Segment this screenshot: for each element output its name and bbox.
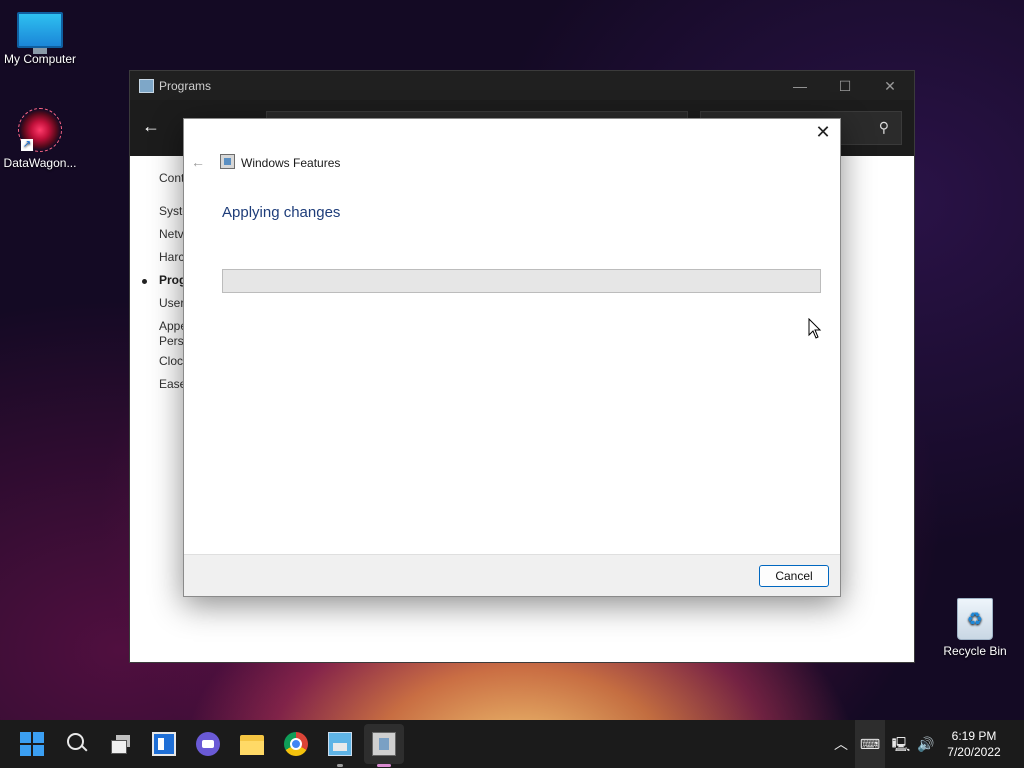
sidebar-item[interactable]: Clocl [159, 354, 186, 368]
active-bullet [142, 279, 147, 284]
sidebar-item[interactable]: Cont [159, 171, 184, 185]
running-indicator [377, 764, 391, 767]
clock[interactable]: 6:19 PM 7/20/2022 [944, 728, 1004, 760]
desktop-icon-label: My Computer [3, 52, 77, 66]
dialog-footer: Cancel [184, 554, 840, 596]
clock-date: 7/20/2022 [947, 745, 1001, 759]
control-panel-icon [139, 79, 154, 93]
start-button[interactable] [20, 732, 44, 756]
desktop-icon-my-computer[interactable]: My Computer [0, 12, 80, 66]
chrome-icon[interactable] [284, 732, 308, 756]
window-title: Programs [159, 79, 212, 93]
desktop-icon-recycle-bin[interactable]: ♻ Recycle Bin [935, 598, 1015, 658]
close-icon[interactable]: ✕ [808, 119, 838, 145]
datawagon-icon: ↗ [18, 108, 62, 152]
windows-features-icon [220, 154, 235, 169]
dialog-title: Windows Features [241, 156, 341, 170]
progress-bar [222, 269, 821, 293]
sidebar-item[interactable]: Harc [159, 250, 184, 264]
mouse-cursor-icon [808, 318, 822, 339]
sidebar-item[interactable]: Pers [159, 334, 184, 348]
taskbar: ︿ ⌨ 🖳 🔊 6:19 PM 7/20/2022 [0, 720, 1024, 768]
sidebar-item[interactable]: Netv [159, 227, 184, 241]
recycle-bin-icon: ♻ [957, 598, 993, 640]
sidebar-item[interactable]: User [159, 296, 184, 310]
file-explorer-icon[interactable] [240, 732, 264, 756]
search-icon[interactable] [65, 732, 89, 756]
widgets-icon[interactable] [152, 732, 176, 756]
clock-time: 6:19 PM [951, 729, 997, 743]
minimize-icon[interactable]: — [780, 75, 820, 97]
volume-icon[interactable]: 🔊 [914, 720, 938, 768]
network-icon[interactable]: 🖳 [890, 720, 912, 768]
close-icon[interactable]: ✕ [870, 75, 910, 97]
desktop-icon-datawagon[interactable]: ↗ DataWagon... [0, 108, 80, 170]
control-panel-icon[interactable] [328, 732, 352, 756]
back-arrow-icon[interactable]: ← [142, 116, 160, 137]
running-indicator [337, 764, 343, 767]
keyboard-icon[interactable]: ⌨ [855, 720, 885, 768]
chat-icon[interactable] [196, 732, 220, 756]
windows-features-icon[interactable] [372, 732, 396, 756]
computer-icon [17, 12, 63, 54]
maximize-icon[interactable]: ☐ [825, 75, 865, 97]
shortcut-arrow-icon: ↗ [21, 139, 33, 151]
desktop-icon-label: Recycle Bin [943, 644, 1007, 658]
search-icon: ⚲ [878, 119, 889, 135]
task-view-icon[interactable] [109, 732, 133, 756]
back-arrow-icon: ← [191, 154, 205, 170]
dialog-heading: Applying changes [222, 204, 341, 221]
programs-titlebar: Programs — ☐ ✕ [130, 71, 914, 100]
desktop-icon-label: DataWagon... [3, 156, 77, 170]
chevron-up-icon[interactable]: ︿ [830, 720, 852, 768]
cancel-button[interactable]: Cancel [759, 565, 829, 587]
windows-features-dialog: ✕ ← Windows Features Applying changes Ca… [183, 118, 841, 597]
